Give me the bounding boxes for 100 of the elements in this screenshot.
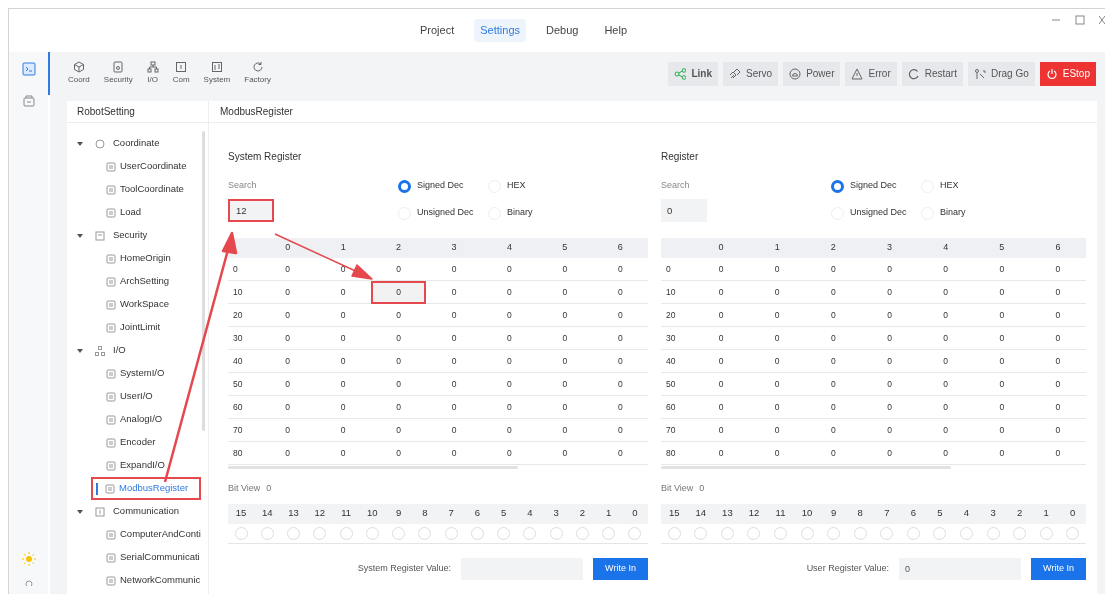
column-header: 6: [616, 241, 624, 255]
caret-down-icon[interactable]: [77, 508, 83, 515]
terminal-icon[interactable]: [21, 62, 36, 76]
search-field[interactable]: 0: [661, 199, 707, 222]
sun-icon[interactable]: [22, 552, 36, 566]
table-cell-text: 0: [886, 332, 893, 346]
item-icon: [106, 161, 116, 172]
bit-label: 13: [287, 506, 300, 521]
table-cell-text: 0: [942, 332, 949, 346]
toolbar-button[interactable]: Power: [783, 61, 841, 86]
row-label: 50: [232, 378, 244, 391]
toolbar-button[interactable]: Com: [172, 61, 190, 86]
write-button[interactable]: Write In: [593, 557, 648, 580]
tree-item[interactable]: SerialCommunicati: [106, 546, 201, 569]
tree-item[interactable]: ExpandI/O: [106, 454, 201, 477]
tree-item[interactable]: ComputerAndConti: [106, 523, 201, 546]
tree-item[interactable]: UserCoordinate: [106, 155, 201, 178]
caret-down-icon[interactable]: [77, 347, 83, 354]
table-cell-text: 0: [773, 309, 781, 323]
tree-item[interactable]: UserI/O: [106, 385, 201, 408]
toolbar-button[interactable]: Error: [845, 61, 897, 86]
toolbar-button[interactable]: System: [203, 61, 231, 86]
toolbar-button[interactable]: Drag Go: [967, 61, 1035, 86]
bit-label: 11: [774, 506, 787, 521]
radio-option[interactable]: Signed Dec: [398, 179, 488, 193]
table-cell-text: 0: [395, 424, 402, 438]
scrollbar[interactable]: [202, 131, 205, 431]
radio-option[interactable]: Signed Dec: [831, 179, 921, 193]
table-cell-text: 0: [717, 424, 725, 438]
maximize-icon[interactable]: [1075, 15, 1085, 25]
bit-label: 6: [909, 506, 917, 521]
tree-item[interactable]: AnalogI/O: [106, 408, 201, 431]
tree-item[interactable]: Load: [106, 201, 201, 224]
table-cell-text: 0: [284, 378, 292, 392]
radio-option[interactable]: Unsigned Dec: [831, 206, 921, 220]
write-button[interactable]: Write In: [1031, 557, 1086, 580]
row-label: 30: [232, 332, 244, 345]
tree-group-label[interactable]: I/O: [113, 343, 126, 358]
tree-item[interactable]: SystemI/O: [106, 362, 201, 385]
toolbar-button[interactable]: Servo: [723, 61, 779, 86]
table-cell-text: 0: [998, 309, 1006, 323]
power-icon: [1045, 67, 1058, 80]
menu-tab[interactable]: Help: [598, 19, 634, 42]
tree-item[interactable]: ArchSetting: [106, 270, 201, 293]
tree-group-label[interactable]: Coordinate: [113, 136, 160, 151]
tree-item[interactable]: WorkSpace: [106, 293, 201, 316]
table-cell-text: 0: [717, 378, 725, 392]
table-cell-text: 0: [773, 378, 781, 392]
value-field[interactable]: 0: [899, 557, 1021, 580]
toolbar-button[interactable]: Coord: [68, 61, 90, 86]
tree-group-label[interactable]: Security: [113, 228, 148, 243]
toolbar-button[interactable]: Restart: [901, 61, 963, 86]
table-cell-text: 0: [1054, 424, 1062, 438]
radio-button[interactable]: [831, 179, 844, 193]
tree-item[interactable]: JointLimit: [106, 316, 201, 339]
table-cell-text: 0: [284, 424, 292, 438]
menu-tab[interactable]: Settings: [474, 19, 526, 42]
toolbar-button[interactable]: Link: [668, 61, 718, 86]
table-cell-text: 0: [561, 447, 569, 461]
table-cell-text: 0: [616, 447, 624, 461]
tree-item[interactable]: ModbusRegister: [91, 477, 201, 500]
toolbar-button[interactable]: I/O: [146, 61, 159, 86]
radio-option[interactable]: HEX: [488, 179, 568, 193]
radio-option[interactable]: Binary: [921, 206, 1001, 220]
table-cell-text: 0: [886, 401, 893, 415]
toolbar-button[interactable]: EStop: [1039, 61, 1096, 86]
network-icon: [95, 345, 105, 356]
table-cell-text: 0: [942, 355, 949, 369]
table-cell-text: 0: [717, 263, 725, 277]
device-icon[interactable]: [21, 94, 36, 108]
search-field[interactable]: 12: [228, 199, 274, 222]
chip-icon: [210, 61, 223, 73]
bit-label: 15: [668, 506, 681, 521]
table-cell-text: 0: [506, 447, 513, 461]
tree-group-label[interactable]: Communication: [113, 504, 179, 519]
radio-button[interactable]: [398, 179, 411, 193]
menu-tab[interactable]: Project: [414, 19, 461, 42]
table-cell-text: 0: [339, 355, 347, 369]
table-cell: 0: [370, 281, 427, 304]
table-cell-text: 0: [561, 332, 569, 346]
radio-option[interactable]: HEX: [921, 179, 1001, 193]
tree-item[interactable]: HomeOrigin: [106, 247, 201, 270]
row-label: 80: [665, 447, 677, 460]
caret-down-icon[interactable]: [77, 140, 83, 147]
toolbar-button[interactable]: Security: [103, 61, 133, 86]
tree-item[interactable]: ToolCoordinate: [106, 178, 201, 201]
menu-tab[interactable]: Debug: [540, 19, 585, 42]
bit-label: 5: [936, 506, 944, 521]
item-icon: [106, 253, 116, 264]
refresh-icon: [907, 67, 920, 80]
table-cell-text: 0: [284, 332, 292, 346]
bit-label: 14: [694, 506, 708, 521]
close-icon[interactable]: [1099, 15, 1105, 25]
radio-option[interactable]: Binary: [488, 206, 568, 220]
toolbar-button[interactable]: Factory: [244, 61, 271, 86]
caret-down-icon[interactable]: [77, 232, 83, 239]
tree-item[interactable]: Encoder: [106, 431, 201, 454]
tree-item[interactable]: NetworkCommunic: [106, 569, 201, 592]
table-cell-text: 0: [942, 401, 949, 415]
radio-option[interactable]: Unsigned Dec: [398, 206, 488, 220]
